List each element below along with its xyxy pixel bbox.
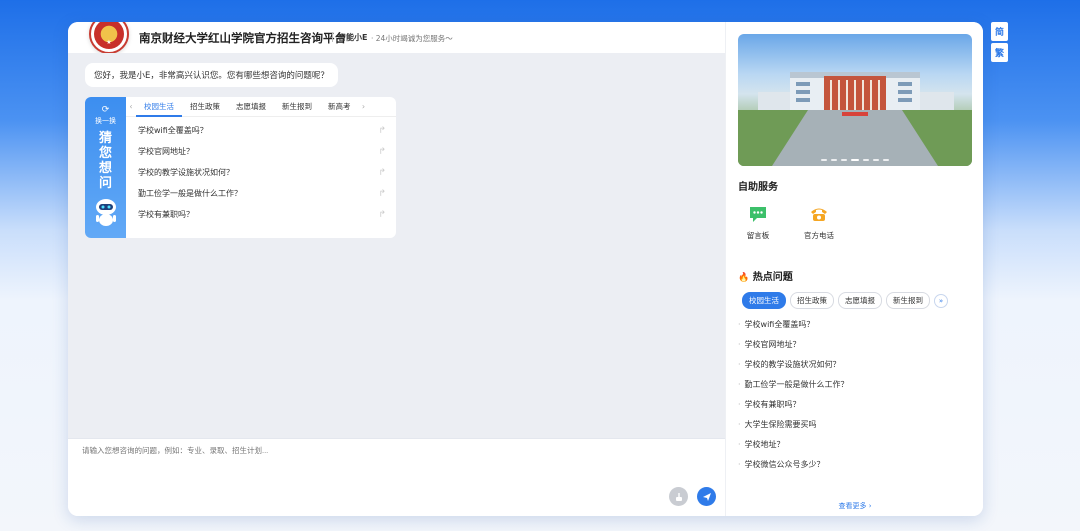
right-sidebar: 自助服务 留言板 官方电话 🔥 热点问题 校园生活 招生政策 志愿填报 新生报到… xyxy=(725,22,983,516)
message-board-label: 留言板 xyxy=(746,231,770,240)
message-board-icon xyxy=(747,203,769,225)
share-arrow-icon: ↱ xyxy=(378,146,386,157)
chat-area: 您好，我是小E，非常高兴认识您。您有哪些想咨询的问题呢？ ⟳ 换一换 猜您想问 xyxy=(68,53,725,438)
bot-slogan: · 24小时竭诚为您服务～ xyxy=(371,34,453,43)
list-item[interactable]: 学校地址？ xyxy=(738,434,972,454)
official-phone-button[interactable]: 官方电话 xyxy=(799,203,839,241)
question-text: 学校的教学设施状况如何？ xyxy=(138,168,234,177)
clear-button[interactable] xyxy=(669,487,688,506)
list-item[interactable]: 学校官网地址？ ↱ xyxy=(126,141,396,162)
robot-icon xyxy=(93,197,119,231)
tab-next-icon[interactable]: › xyxy=(359,102,369,111)
list-item[interactable]: 学校微信公众号多少？ xyxy=(738,454,972,474)
send-button[interactable] xyxy=(697,487,716,506)
banner-dot[interactable] xyxy=(873,159,879,161)
hot-question-list: 学校wifi全覆盖吗？ 学校官网地址？ 学校的教学设施状况如何？ 勤工俭学一般是… xyxy=(738,314,972,474)
traditional-chinese-button[interactable]: 繁 xyxy=(991,43,1008,62)
hot-tab-campus-life[interactable]: 校园生活 xyxy=(742,292,786,309)
list-item[interactable]: 学校的教学设施状况如何？ ↱ xyxy=(126,162,396,183)
refresh-button[interactable]: 换一换 xyxy=(95,116,116,126)
banner-dot[interactable] xyxy=(821,159,827,161)
banner-dot[interactable] xyxy=(831,159,837,161)
list-item[interactable]: 学校官网地址？ xyxy=(738,334,972,354)
list-item[interactable]: 勤工俭学一般是做什么工作？ ↱ xyxy=(126,183,396,204)
input-area xyxy=(68,438,725,516)
hot-tab-admission-policy[interactable]: 招生政策 xyxy=(790,292,834,309)
banner-dot[interactable] xyxy=(883,159,889,161)
bot-name: 智能小E xyxy=(338,33,368,42)
tab-application[interactable]: 志愿填报 xyxy=(228,97,274,117)
title-divider xyxy=(332,33,333,42)
question-text: 学校有兼职吗？ xyxy=(138,210,194,219)
refresh-icon[interactable]: ⟳ xyxy=(102,105,110,115)
page-title: 南京财经大学红山学院官方招生咨询平台 xyxy=(139,31,346,45)
language-switch: 简 繁 xyxy=(991,22,1008,64)
share-arrow-icon: ↱ xyxy=(378,167,386,178)
chat-window: ★ 南京财经大学红山学院官方招生咨询平台 智能小E · 24小时竭诚为您服务～ … xyxy=(68,22,983,516)
send-icon xyxy=(702,492,711,501)
tab-registration[interactable]: 新生报到 xyxy=(274,97,320,117)
tab-admission-policy[interactable]: 招生政策 xyxy=(182,97,228,117)
list-item[interactable]: 大学生保险需要买吗 xyxy=(738,414,972,434)
guess-category-tabs: ‹ 校园生活 招生政策 志愿填报 新生报到 新高考 › xyxy=(126,97,396,117)
campus-building-image xyxy=(738,72,972,166)
hot-questions-header: 🔥 热点问题 xyxy=(738,268,793,283)
broom-icon xyxy=(675,492,682,501)
see-more-link[interactable]: 查看更多 › xyxy=(726,501,983,511)
college-logo-icon: ★ xyxy=(89,22,129,54)
tab-prev-icon[interactable]: ‹ xyxy=(126,102,136,111)
guess-title: 猜您想问 xyxy=(99,131,112,191)
question-text: 学校官网地址？ xyxy=(138,147,194,156)
campus-banner[interactable] xyxy=(738,34,972,166)
greeting-message: 您好，我是小E，非常高兴认识您。您有哪些想咨询的问题呢？ xyxy=(85,63,338,87)
list-item[interactable]: 学校的教学设施状况如何？ xyxy=(738,354,972,374)
list-item[interactable]: 勤工俭学一般是做什么工作？ xyxy=(738,374,972,394)
tab-campus-life[interactable]: 校园生活 xyxy=(136,97,182,117)
guess-title-text: 猜您想问 xyxy=(99,131,113,191)
tab-new-gaokao[interactable]: 新高考 xyxy=(320,97,359,117)
banner-dot[interactable] xyxy=(863,159,869,161)
official-phone-label: 官方电话 xyxy=(804,231,834,240)
college-seal: ★ xyxy=(94,22,124,49)
self-service-title: 自助服务 xyxy=(738,182,778,193)
question-input[interactable] xyxy=(82,446,682,455)
hot-tab-application[interactable]: 志愿填报 xyxy=(838,292,882,309)
question-text: 勤工俭学一般是做什么工作？ xyxy=(138,189,242,198)
hot-questions-title: 热点问题 xyxy=(752,272,793,283)
guess-card: ⟳ 换一换 猜您想问 ‹ 校园生活 招生政策 志愿填报 新生报到 新高考 › 学… xyxy=(85,97,396,238)
share-arrow-icon: ↱ xyxy=(378,209,386,220)
guess-question-list: 学校wifi全覆盖吗？ ↱ 学校官网地址？ ↱ 学校的教学设施状况如何？ ↱ 勤工俭学… xyxy=(126,120,396,225)
list-item[interactable]: 学校wifi全覆盖吗？ ↱ xyxy=(126,120,396,141)
question-text: 学校wifi全覆盖吗？ xyxy=(138,126,208,135)
share-arrow-icon: ↱ xyxy=(378,125,386,136)
double-chevron-right-icon[interactable]: » xyxy=(934,293,948,308)
fire-icon: 🔥 xyxy=(738,273,750,283)
message-board-button[interactable]: 留言板 xyxy=(738,203,778,241)
header: ★ 南京财经大学红山学院官方招生咨询平台 智能小E · 24小时竭诚为您服务～ xyxy=(68,22,725,54)
hot-category-tabs: 校园生活 招生政策 志愿填报 新生报到 » xyxy=(742,292,948,309)
list-item[interactable]: 学校有兼职吗？ xyxy=(738,394,972,414)
banner-pagination xyxy=(738,159,972,161)
banner-dot-active[interactable] xyxy=(851,159,859,161)
list-item[interactable]: 学校有兼职吗？ ↱ xyxy=(126,204,396,225)
banner-dot[interactable] xyxy=(841,159,847,161)
simplified-chinese-button[interactable]: 简 xyxy=(991,22,1008,41)
hot-tab-registration[interactable]: 新生报到 xyxy=(886,292,930,309)
phone-icon xyxy=(808,203,830,225)
guess-sidebar: ⟳ 换一换 猜您想问 xyxy=(85,97,126,238)
share-arrow-icon: ↱ xyxy=(378,188,386,199)
list-item[interactable]: 学校wifi全覆盖吗？ xyxy=(738,314,972,334)
